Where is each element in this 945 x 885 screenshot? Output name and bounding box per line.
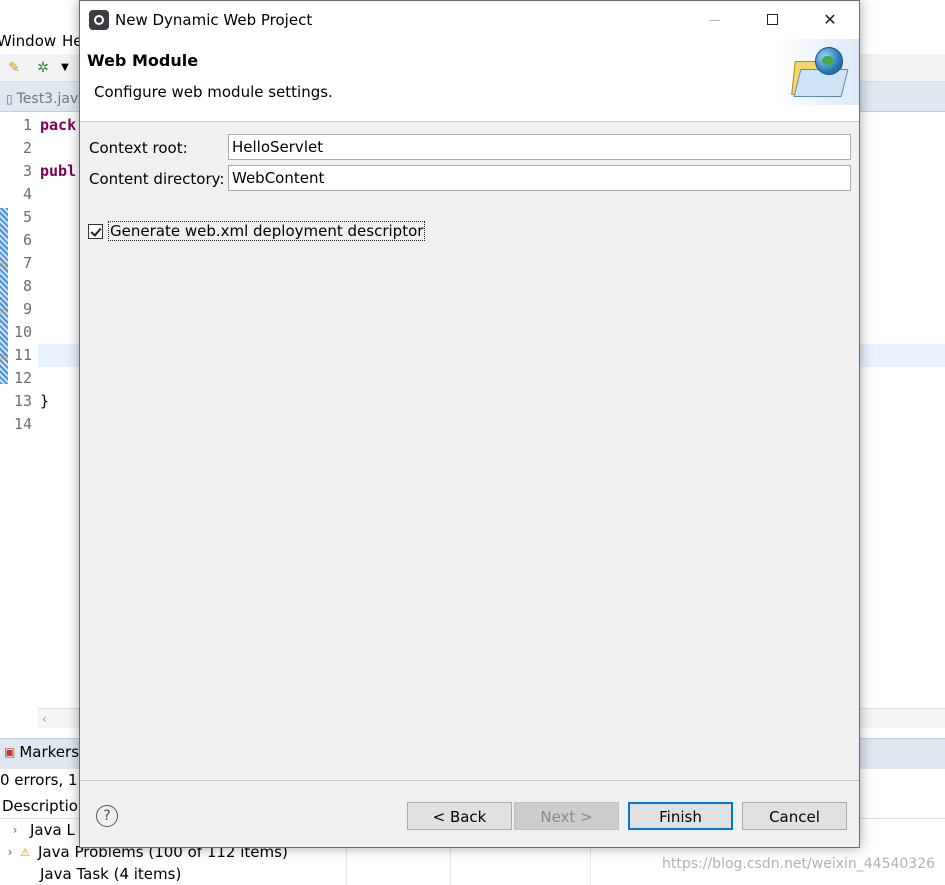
tree-row-label: Java L [30, 821, 75, 839]
problems-summary: 0 errors, 11 [0, 771, 88, 789]
back-button[interactable]: < Back [407, 802, 512, 830]
page-title: Web Module [87, 51, 199, 70]
java-file-icon: ▯ [6, 92, 13, 106]
line-number: 11 [13, 346, 32, 364]
chevron-right-icon[interactable]: › [0, 845, 20, 859]
line-number: 7 [22, 254, 32, 272]
context-root-input[interactable] [228, 134, 851, 160]
debug-icon[interactable]: ✲ [34, 59, 52, 77]
code-line: } [40, 392, 50, 410]
line-number: 9 [22, 300, 32, 318]
line-number: 12 [13, 369, 32, 387]
tab-label: Markers [19, 743, 80, 761]
line-number: 10 [13, 323, 32, 341]
wizard-tool-icon[interactable]: ✎ [5, 59, 23, 77]
line-number: 13 [13, 392, 32, 410]
line-number: 6 [22, 231, 32, 249]
page-description: Configure web module settings. [94, 83, 333, 101]
eclipse-icon [89, 10, 109, 30]
dropdown-arrow-icon[interactable]: ▼ [56, 59, 74, 77]
context-root-row: Context root: [80, 134, 859, 160]
tree-row-label: Java Task (4 items) [40, 865, 182, 883]
line-number: 2 [22, 139, 32, 157]
line-number: 8 [22, 277, 32, 295]
minimize-button[interactable] [685, 1, 743, 39]
button-bar-separator [80, 780, 859, 781]
tree-row[interactable]: Java Task (4 items) [0, 863, 181, 885]
line-number: 3 [22, 162, 32, 180]
chevron-right-icon[interactable]: › [0, 823, 30, 837]
line-number: 5 [22, 208, 32, 226]
line-number: 4 [22, 185, 32, 203]
generate-descriptor-checkbox[interactable] [88, 223, 103, 239]
code-line: pack [40, 116, 77, 134]
finish-button[interactable]: Finish [628, 802, 733, 830]
tab-markers[interactable]: ▣ Markers [0, 743, 83, 761]
menu-window[interactable]: Window [0, 32, 56, 50]
line-number: 14 [13, 415, 32, 433]
tab-label: Test3.jav [16, 91, 79, 107]
warning-icon: ⚠ [20, 845, 30, 859]
wizard-banner-icon [777, 39, 859, 105]
cancel-button[interactable]: Cancel [742, 802, 847, 830]
tree-row[interactable]: › Java L [0, 819, 75, 841]
tab-test3[interactable]: ▯ Test3.jav [0, 86, 84, 112]
watermark: https://blog.csdn.net/weixin_44540326 [662, 856, 936, 872]
help-icon[interactable]: ? [96, 805, 118, 827]
content-directory-label: Content directory: [89, 170, 225, 188]
generate-descriptor-label[interactable]: Generate web.xml deployment descriptor [107, 221, 426, 241]
line-number: 1 [22, 116, 32, 134]
code-line: publ [40, 162, 77, 180]
globe-icon [815, 47, 843, 75]
content-directory-input[interactable] [228, 165, 851, 191]
next-button[interactable]: Next > [514, 802, 619, 830]
folder-front-icon [793, 69, 849, 97]
generate-descriptor-option[interactable]: Generate web.xml deployment descriptor [88, 221, 426, 241]
content-directory-row: Content directory: [80, 165, 859, 191]
markers-icon: ▣ [4, 745, 16, 759]
new-dynamic-web-project-dialog: New Dynamic Web Project ✕ Web Module Con… [79, 0, 860, 848]
dialog-titlebar[interactable]: New Dynamic Web Project ✕ [80, 1, 859, 39]
context-root-label: Context root: [89, 139, 188, 157]
dialog-title: New Dynamic Web Project [115, 11, 313, 29]
close-button[interactable]: ✕ [801, 1, 859, 39]
wizard-header: Web Module Configure web module settings… [80, 39, 859, 122]
maximize-button[interactable] [743, 1, 801, 39]
